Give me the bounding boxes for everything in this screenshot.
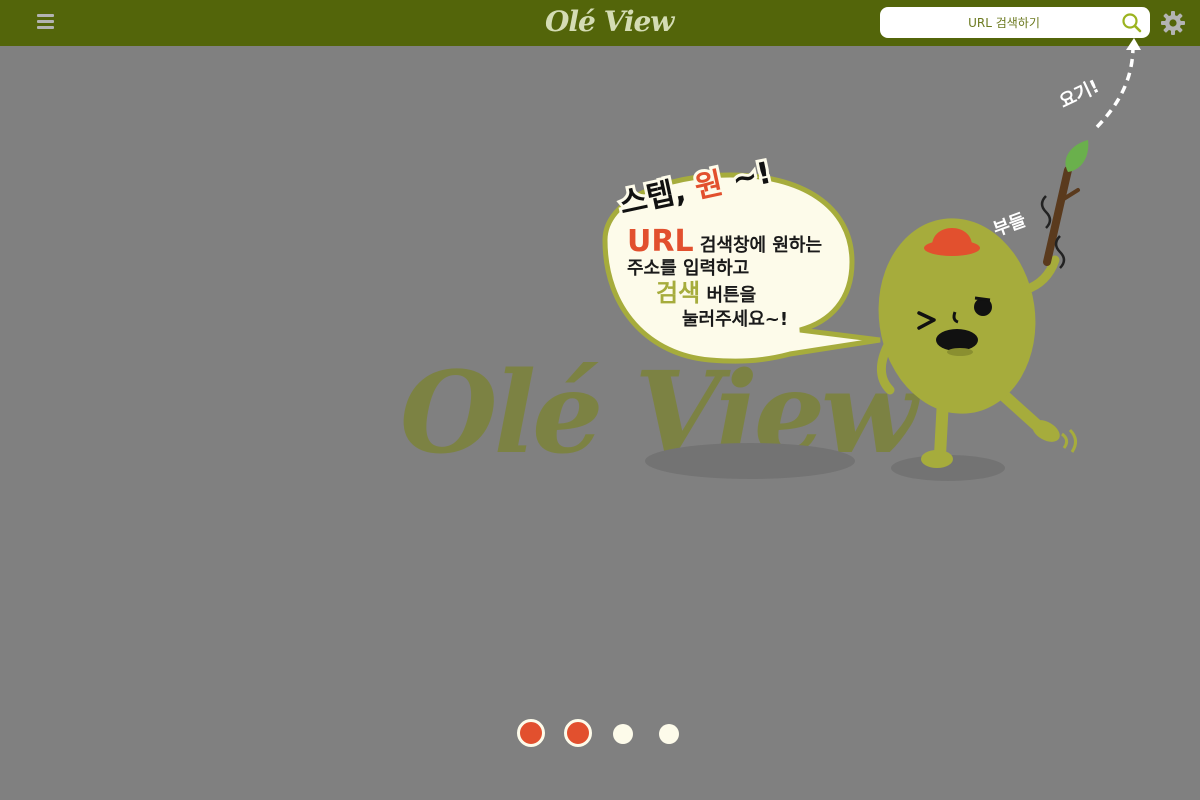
- shake-note: 부들: [991, 210, 1029, 241]
- page-dot-3[interactable]: [613, 724, 633, 744]
- bubble-line2: 주소를 입력하고: [627, 257, 749, 279]
- bubble-search-word: 검색: [656, 279, 700, 307]
- pagination: [517, 719, 687, 749]
- tutorial-scene: Olé View 요기! 스텝, 원 ~! URL 검색창에 원하는 주소를 입…: [400, 38, 1141, 481]
- mascot-mouth: [936, 329, 978, 351]
- page-dot-2[interactable]: [564, 719, 592, 747]
- page-dot-1[interactable]: [517, 719, 545, 747]
- page-dot-4[interactable]: [659, 724, 679, 744]
- bubble-line1: 검색창에 원하는: [700, 235, 822, 256]
- leaf-icon: [1065, 140, 1089, 172]
- arrow-head: [1126, 38, 1141, 50]
- bubble-title-b: 원: [692, 166, 726, 206]
- logo-shadow: [645, 443, 855, 479]
- pointer-arrow: [1095, 45, 1135, 129]
- pointer-note: 요기!: [1056, 76, 1102, 113]
- bubble-line4: 눌러주세요~!: [682, 309, 788, 330]
- bubble-line3: 버튼을: [706, 285, 756, 306]
- bubble-url-word: URL: [627, 224, 694, 259]
